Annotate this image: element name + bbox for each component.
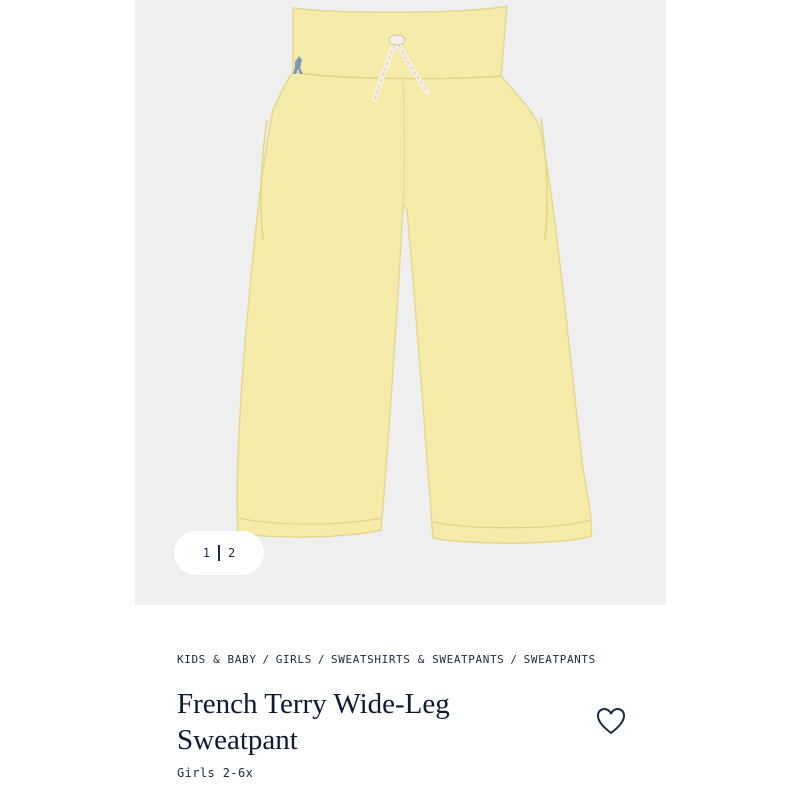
breadcrumb-separator: / [317, 653, 326, 666]
product-page: 1 2 KIDS & BABY / GIRLS / SWEATSHIRTS & SWEA… [135, 0, 666, 800]
breadcrumb-sweatshirts-sweatpants[interactable]: SWEATSHIRTS & SWEATPANTS [331, 653, 504, 666]
breadcrumb-girls[interactable]: GIRLS [276, 653, 312, 666]
image-pager[interactable]: 1 2 [174, 531, 264, 575]
pager-divider [218, 545, 220, 561]
product-title: French Terry Wide-Leg Sweatpant [177, 688, 450, 756]
pager-page-2[interactable]: 2 [228, 546, 235, 560]
breadcrumb-separator: / [262, 653, 270, 666]
product-info: KIDS & BABY / GIRLS / SWEATSHIRTS & SWEATPAN… [177, 650, 637, 780]
breadcrumb-kids-baby[interactable]: KIDS & BABY [177, 653, 256, 666]
breadcrumb-sweatpants[interactable]: SWEATPANTS [524, 653, 596, 666]
product-image [236, 5, 593, 544]
product-subtitle: Girls 2-6x [177, 766, 254, 780]
breadcrumb-separator: / [510, 653, 518, 666]
pager-page-1[interactable]: 1 [203, 546, 210, 560]
breadcrumb: KIDS & BABY / GIRLS / SWEATSHIRTS & SWEATPAN… [177, 650, 597, 670]
heart-icon[interactable] [596, 707, 626, 735]
product-gallery[interactable]: 1 2 [135, 0, 666, 605]
